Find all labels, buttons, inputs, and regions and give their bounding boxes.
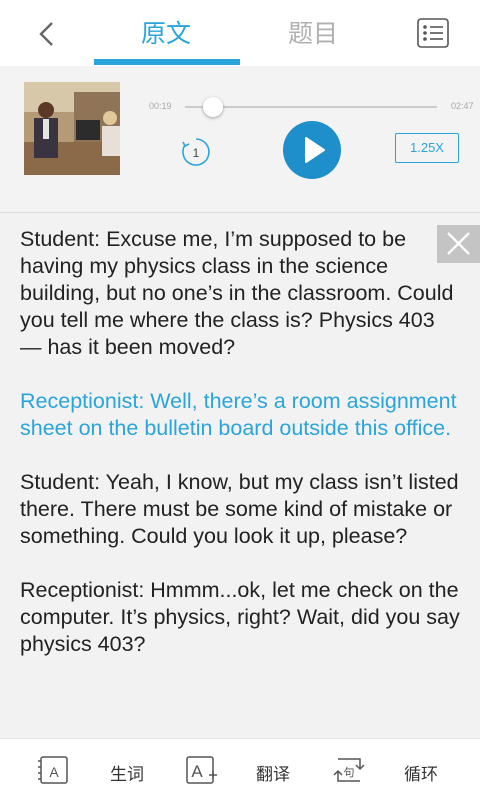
loop-count-value: 1 — [193, 146, 200, 160]
vocabulary-label[interactable]: 生词 — [110, 760, 144, 785]
progress-track[interactable] — [185, 106, 437, 108]
transcript-paragraph[interactable]: Student: Yeah, I know, but my class isn’… — [20, 469, 460, 550]
transcript-paragraph[interactable]: Student: Excuse me, I’m supposed to be h… — [20, 226, 460, 361]
close-button[interactable] — [437, 225, 480, 263]
play-button[interactable] — [283, 121, 341, 179]
top-bar: 原文 题目 — [0, 0, 480, 66]
progress-knob[interactable] — [202, 97, 223, 117]
chevron-left-icon[interactable] — [30, 14, 66, 54]
translate-label[interactable]: 翻译 — [256, 760, 290, 785]
lecture-thumbnail — [24, 82, 120, 175]
svg-text:A: A — [191, 762, 203, 781]
tab-questions[interactable]: 题目 — [288, 14, 338, 50]
vocabulary-icon[interactable]: A — [37, 755, 71, 785]
transcript: Student: Excuse me, I’m supposed to be h… — [20, 226, 460, 685]
transcript-paragraph-current[interactable]: Receptionist: Well, there’s a room assig… — [20, 388, 460, 442]
active-tab-indicator — [94, 59, 240, 65]
playback-speed-button[interactable]: 1.25X — [395, 133, 459, 163]
list-icon[interactable] — [416, 17, 450, 49]
svg-text:A: A — [49, 764, 59, 780]
tab-original-text[interactable]: 原文 — [141, 14, 191, 50]
audio-player: 00:19 02:47 1 1.25X — [0, 66, 480, 213]
close-icon — [447, 232, 470, 255]
repeat-icon: 1 — [182, 138, 210, 166]
transcript-paragraph[interactable]: Receptionist: Hmmm...ok, let me check on… — [20, 577, 460, 658]
bottom-toolbar: A 生词 A 翻译 句 循环 — [0, 738, 480, 801]
sentence-loop-icon[interactable]: 句 — [332, 755, 366, 785]
loop-label[interactable]: 循环 — [404, 760, 438, 785]
total-time: 02:47 — [451, 101, 474, 111]
play-icon — [305, 137, 325, 163]
loop-count-button[interactable]: 1 — [180, 136, 212, 168]
translate-icon[interactable]: A — [185, 755, 219, 785]
svg-text:句: 句 — [344, 766, 355, 779]
current-time: 00:19 — [149, 101, 172, 111]
